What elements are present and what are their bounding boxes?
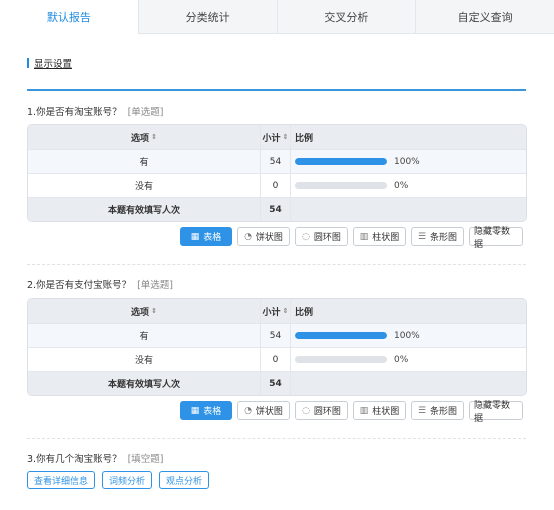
total-label: 本题有效填写人次: [28, 372, 261, 395]
ring-icon: ◌: [302, 405, 310, 416]
column-chart-button[interactable]: ▥ 柱状图: [353, 227, 406, 246]
header-ratio: 比例: [295, 133, 314, 144]
ring-chart-button[interactable]: ◌ 圆环图: [295, 227, 348, 246]
question-3-actions: 查看详细信息 词频分析 观点分析: [27, 471, 210, 489]
section-marker: [27, 58, 29, 68]
tab-cross-analysis[interactable]: 交叉分析: [278, 0, 417, 33]
progress-track: [295, 158, 387, 165]
tab-default-report[interactable]: 默认报告: [0, 0, 139, 35]
view-details-button[interactable]: 查看详细信息: [27, 471, 96, 489]
bar-chart-button[interactable]: ☰ 条形图: [411, 401, 464, 420]
bar-chart-button[interactable]: ☰ 条形图: [411, 227, 464, 246]
table-row: 没有 0 0%: [28, 347, 526, 371]
pie-chart-button[interactable]: ◔ 饼状图: [237, 227, 290, 246]
question-type: [填空题]: [127, 454, 164, 465]
section-divider: [27, 438, 526, 439]
bar-chart-icon: ☰: [417, 405, 427, 416]
percent-text: 0%: [394, 180, 409, 191]
display-settings: 显示设置: [27, 56, 72, 70]
header-count[interactable]: 小计 ⇕: [261, 299, 291, 323]
total-count: 54: [261, 198, 291, 221]
percent-text: 100%: [394, 330, 420, 341]
question-title: 1.你是否有淘宝账号？ [单选题]: [27, 106, 527, 120]
hide-zero-button[interactable]: 隐藏零数据: [469, 401, 523, 424]
header-option[interactable]: 选项 ⇕: [28, 125, 261, 149]
progress-track: [295, 356, 387, 363]
table-row: 有 54 100%: [28, 149, 526, 173]
opinion-analysis-button[interactable]: 观点分析: [159, 471, 210, 489]
hide-zero-button[interactable]: 隐藏零数据: [469, 227, 523, 250]
total-count: 54: [261, 372, 291, 395]
pie-chart-button[interactable]: ◔ 饼状图: [237, 401, 290, 420]
question-1-table: 选项 ⇕ 小计 ⇕ 比例 有 54 100% 没有 0 0% 本题有效填写人次 54: [27, 124, 527, 222]
header-count[interactable]: 小计 ⇕: [261, 125, 291, 149]
sort-icon[interactable]: ⇕: [283, 133, 289, 141]
progress-fill: [295, 332, 387, 339]
progress-track: [295, 182, 387, 189]
count-cell: 0: [261, 174, 291, 197]
tab-category-stats[interactable]: 分类统计: [139, 0, 278, 33]
table-total-row: 本题有效填写人次 54: [28, 371, 526, 395]
column-chart-icon: ▥: [359, 405, 369, 416]
ratio-cell: 0%: [291, 174, 526, 197]
question-2-chart-buttons: ▦ 表格 ◔ 饼状图 ◌ 圆环图 ▥ 柱状图 ☰ 条形图 隐藏零数据: [180, 401, 523, 424]
progress-track: [295, 332, 387, 339]
ratio-cell: 0%: [291, 348, 526, 371]
sort-icon[interactable]: ⇕: [151, 307, 157, 315]
question-text: 3.你有几个淘宝账号？: [27, 454, 122, 465]
sort-icon[interactable]: ⇕: [151, 133, 157, 141]
percent-text: 100%: [394, 156, 420, 167]
option-cell: 有: [28, 150, 261, 173]
option-cell: 有: [28, 324, 261, 347]
pie-icon: ◔: [244, 405, 252, 416]
count-cell: 54: [261, 324, 291, 347]
table-header-row: 选项 ⇕ 小计 ⇕ 比例: [28, 125, 526, 149]
pie-icon: ◔: [244, 231, 252, 242]
question-1: 1.你是否有淘宝账号？ [单选题]: [27, 106, 527, 120]
question-text: 1.你是否有淘宝账号？: [27, 107, 122, 118]
tab-custom-query[interactable]: 自定义查询: [416, 0, 554, 33]
question-title: 3.你有几个淘宝账号？ [填空题]: [27, 453, 527, 467]
table-header-row: 选项 ⇕ 小计 ⇕ 比例: [28, 299, 526, 323]
option-cell: 没有: [28, 348, 261, 371]
ring-chart-button[interactable]: ◌ 圆环图: [295, 401, 348, 420]
table-row: 有 54 100%: [28, 323, 526, 347]
column-chart-icon: ▥: [359, 231, 369, 242]
option-cell: 没有: [28, 174, 261, 197]
column-chart-button[interactable]: ▥ 柱状图: [353, 401, 406, 420]
sort-icon[interactable]: ⇕: [283, 307, 289, 315]
section-divider: [27, 264, 526, 265]
bar-chart-icon: ☰: [417, 231, 427, 242]
percent-text: 0%: [394, 354, 409, 365]
question-type: [单选题]: [127, 107, 164, 118]
question-3: 3.你有几个淘宝账号？ [填空题]: [27, 453, 527, 467]
display-settings-link[interactable]: 显示设置: [34, 56, 72, 70]
question-title: 2.你是否有支付宝账号？ [单选题]: [27, 279, 527, 293]
header-option[interactable]: 选项 ⇕: [28, 299, 261, 323]
progress-fill: [295, 158, 387, 165]
count-cell: 0: [261, 348, 291, 371]
question-text: 2.你是否有支付宝账号？: [27, 280, 132, 291]
count-cell: 54: [261, 150, 291, 173]
question-2-table: 选项 ⇕ 小计 ⇕ 比例 有 54 100% 没有 0 0% 本题有效填写人次 54: [27, 298, 527, 396]
header-ratio: 比例: [295, 307, 314, 318]
question-1-chart-buttons: ▦ 表格 ◔ 饼状图 ◌ 圆环图 ▥ 柱状图 ☰ 条形图 隐藏零数据: [180, 227, 523, 250]
table-icon: ▦: [190, 231, 200, 242]
table-row: 没有 0 0%: [28, 173, 526, 197]
report-tabs: 默认报告 分类统计 交叉分析 自定义查询: [0, 0, 554, 35]
question-2: 2.你是否有支付宝账号？ [单选题]: [27, 279, 527, 293]
total-label: 本题有效填写人次: [28, 198, 261, 221]
question-type: [单选题]: [137, 280, 173, 291]
settings-divider: [27, 89, 526, 91]
ratio-cell: 100%: [291, 150, 526, 173]
table-icon: ▦: [190, 405, 200, 416]
table-view-button[interactable]: ▦ 表格: [180, 227, 232, 246]
table-view-button[interactable]: ▦ 表格: [180, 401, 232, 420]
ring-icon: ◌: [302, 231, 310, 242]
word-frequency-button[interactable]: 词频分析: [102, 471, 153, 489]
ratio-cell: 100%: [291, 324, 526, 347]
table-total-row: 本题有效填写人次 54: [28, 197, 526, 221]
